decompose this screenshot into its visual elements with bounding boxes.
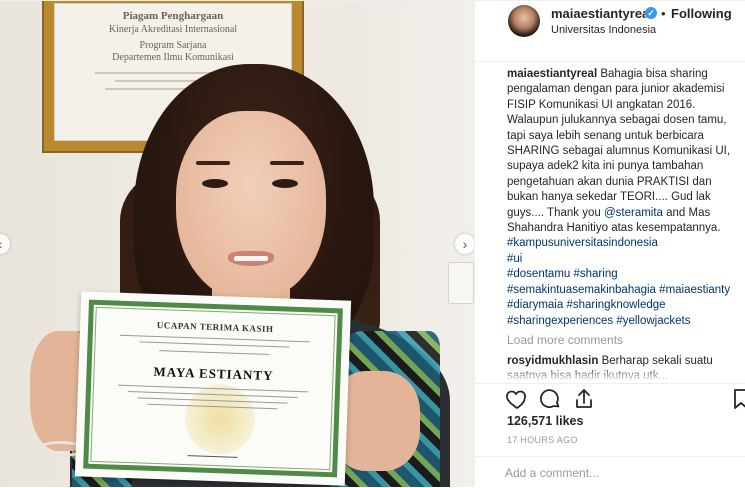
hashtag-link[interactable]: #diarymaia: [507, 299, 563, 311]
comment-input[interactable]: [505, 463, 725, 483]
separator-dot: •: [661, 6, 666, 21]
add-comment-bar: [475, 456, 745, 488]
caption-username[interactable]: maiaestiantyreal: [507, 68, 597, 80]
hashtag-link[interactable]: #ui: [507, 253, 522, 265]
hashtag-link[interactable]: #semakintuasemakinbahagia: [507, 284, 656, 296]
post-caption: maiaestiantyreal Bahagia bisa sharing pe…: [507, 67, 737, 329]
certificate-signature: [187, 445, 238, 458]
caption-text-1: Bahagia bisa sharing pengalaman dengan p…: [507, 68, 731, 219]
following-button[interactable]: Following: [671, 6, 732, 21]
hashtag-link[interactable]: #dosentamu: [507, 268, 570, 280]
light-switch: [448, 262, 474, 304]
hashtag-link[interactable]: #sharingknowledge: [566, 299, 665, 311]
frame-title: Piagam Penghargaan: [122, 10, 224, 22]
post-photo: Piagam Penghargaan Kinerja Akreditasi In…: [0, 1, 474, 487]
action-bar: [475, 383, 745, 414]
hashtag-link[interactable]: #sharing: [574, 268, 618, 280]
speech-bubble-icon[interactable]: [538, 387, 562, 411]
frame-department: Departemen Ilmu Komunikasi: [112, 52, 234, 63]
previous-photo-button[interactable]: ‹: [0, 234, 10, 254]
load-more-comments-button[interactable]: Load more comments: [507, 333, 623, 347]
heart-icon[interactable]: [505, 387, 529, 411]
frame-subtitle: Kinerja Akreditasi Internasional: [108, 24, 238, 35]
held-certificate: UCAPAN TERIMA KASIH MAYA ESTIANTY: [74, 291, 352, 486]
mention-link[interactable]: @steramita: [604, 207, 663, 219]
location-link[interactable]: Universitas Indonesia: [551, 24, 656, 36]
hashtag-link[interactable]: #maiaestianty: [659, 284, 730, 296]
avatar[interactable]: [508, 5, 540, 37]
likes-count[interactable]: 126,571 likes: [507, 414, 583, 428]
bookmark-icon[interactable]: [729, 387, 745, 411]
hashtag-link[interactable]: #yellowjackets: [616, 315, 690, 327]
next-photo-button[interactable]: ›: [455, 234, 474, 254]
share-icon[interactable]: [572, 387, 596, 411]
username-link[interactable]: maiaestiantyreal: [551, 6, 653, 21]
hashtag-link[interactable]: #sharingexperiences: [507, 315, 613, 327]
woman-face: [176, 111, 326, 301]
post-timestamp[interactable]: 17 HOURS AGO: [507, 435, 578, 445]
post-details-panel: maiaestiantyreal ✓ • Following Universit…: [474, 1, 745, 487]
hashtag-link[interactable]: #kampusuniversitasindonesia: [507, 237, 658, 249]
frame-program: Program Sarjana: [139, 40, 207, 51]
instagram-post: Piagam Penghargaan Kinerja Akreditasi In…: [0, 0, 745, 487]
comment-username[interactable]: rosyidmukhlasin: [507, 355, 598, 367]
verified-badge-icon: ✓: [645, 7, 657, 19]
post-header: maiaestiantyreal ✓ • Following Universit…: [475, 1, 745, 62]
